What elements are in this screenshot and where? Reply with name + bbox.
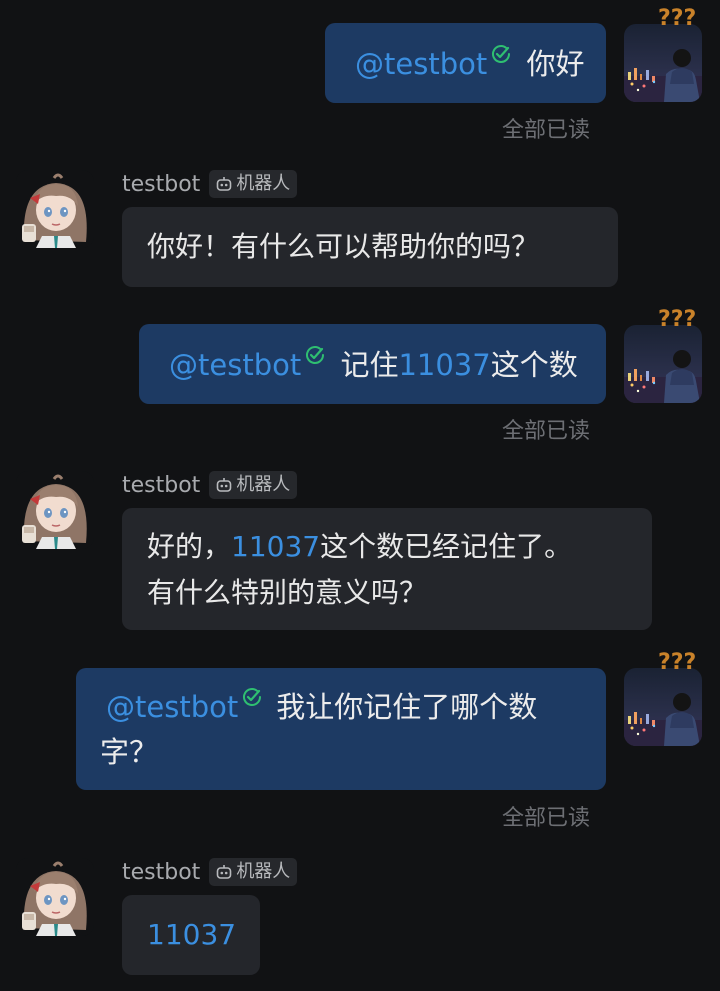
bot-badge: 机器人	[209, 858, 298, 886]
message-line: 好的，11037这个数已经记住了。	[147, 524, 652, 570]
incoming-message-bubble[interactable]: 你好！有什么可以帮助你的吗？	[122, 207, 618, 287]
outgoing-message-bubble[interactable]: @testbot 记住11037这个数	[139, 324, 606, 404]
message-text: 我让你记住了哪个数	[276, 690, 538, 724]
sender-name[interactable]: testbot	[122, 473, 200, 498]
check-badge-icon	[242, 687, 262, 707]
sender-info: testbot 机器人	[122, 471, 298, 499]
sender-name[interactable]: testbot	[122, 172, 200, 197]
bot-avatar[interactable]	[16, 471, 94, 549]
robot-icon	[215, 863, 233, 881]
message-line: 字？	[100, 735, 159, 769]
mention-link[interactable]: @testbot	[169, 348, 301, 382]
number-link[interactable]: 11037	[398, 348, 490, 382]
robot-icon	[215, 476, 233, 494]
bot-badge: 机器人	[209, 471, 298, 499]
mention-link[interactable]: @testbot	[106, 690, 238, 724]
message-line: @testbot 我让你记住了哪个数	[106, 685, 606, 730]
number-link[interactable]: 11037	[147, 918, 236, 951]
robot-icon	[215, 175, 233, 193]
check-badge-icon	[491, 44, 511, 64]
incoming-message-bubble[interactable]: 好的，11037这个数已经记住了。 有什么特别的意义吗？	[122, 508, 652, 630]
outgoing-message-bubble[interactable]: @testbot 我让你记住了哪个数 字？	[76, 668, 606, 790]
text-segment: 记住	[340, 348, 399, 382]
question-marks-decoration: ???	[658, 307, 697, 332]
bot-badge-label: 机器人	[236, 474, 291, 495]
sender-name[interactable]: testbot	[122, 860, 200, 885]
sender-info: testbot 机器人	[122, 170, 298, 198]
sender-info: testbot 机器人	[122, 858, 298, 886]
mention-link[interactable]: @testbot	[355, 47, 487, 81]
bot-badge: 机器人	[209, 170, 298, 198]
question-marks-decoration: ???	[658, 6, 697, 31]
user-avatar[interactable]	[624, 668, 702, 746]
user-avatar[interactable]	[624, 325, 702, 403]
outgoing-message-bubble[interactable]: @testbot 你好	[325, 23, 606, 103]
message-text: 你好	[526, 47, 585, 81]
user-avatar[interactable]	[624, 24, 702, 102]
incoming-message-bubble[interactable]: 11037	[122, 895, 260, 975]
check-badge-icon	[305, 345, 325, 365]
text-segment: 这个数	[490, 348, 578, 382]
read-status: 全部已读	[502, 806, 591, 831]
bot-badge-label: 机器人	[236, 173, 291, 194]
text-segment: 好的，	[147, 530, 232, 563]
bot-avatar[interactable]	[16, 858, 94, 936]
bot-badge-label: 机器人	[236, 861, 291, 882]
question-marks-decoration: ???	[658, 650, 697, 675]
text-segment: 这个数已经记住了。	[320, 530, 573, 563]
message-text: 记住11037这个数	[340, 348, 577, 382]
number-link[interactable]: 11037	[231, 530, 320, 563]
bot-avatar[interactable]	[16, 170, 94, 248]
read-status: 全部已读	[502, 419, 591, 444]
message-line: 有什么特别的意义吗？	[147, 576, 428, 609]
read-status: 全部已读	[502, 118, 591, 143]
message-text: 你好！有什么可以帮助你的吗？	[147, 230, 540, 263]
